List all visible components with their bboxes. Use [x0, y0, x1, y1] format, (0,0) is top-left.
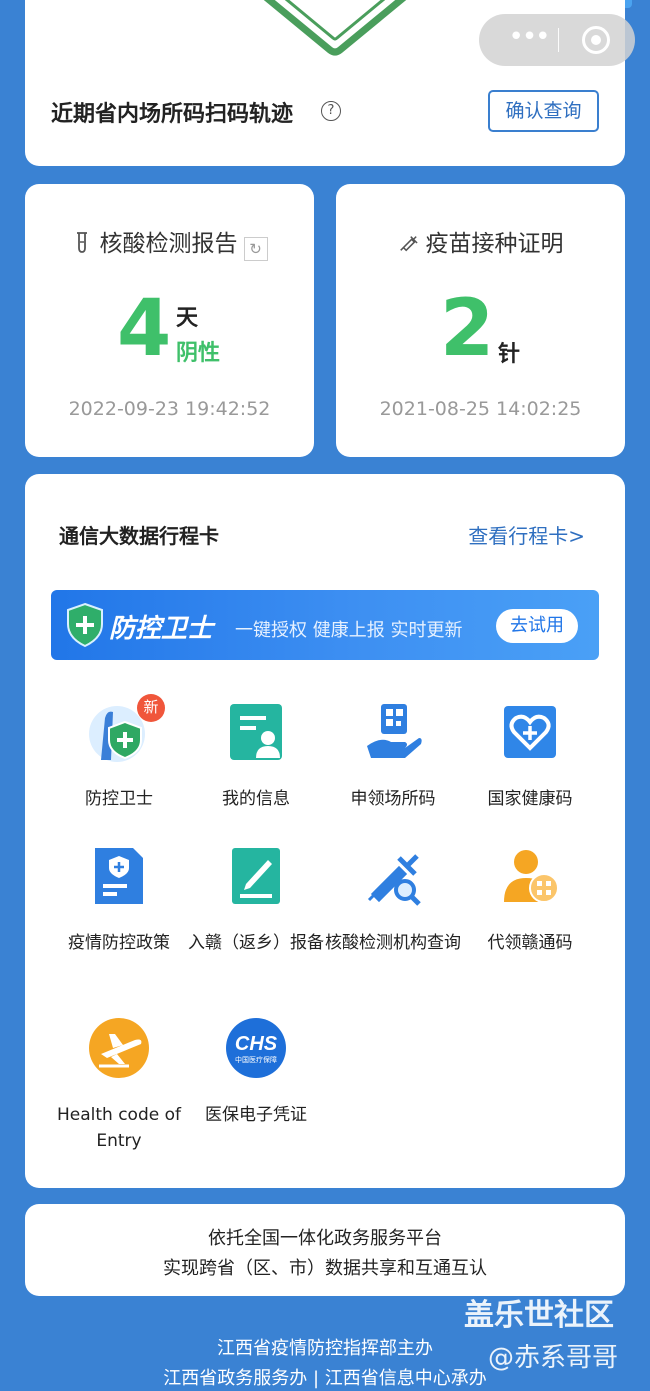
nat-report-header: 核酸检测报告 ↻ [25, 224, 314, 261]
help-icon[interactable]: ? [321, 101, 341, 121]
refresh-icon[interactable]: ↻ [243, 237, 268, 261]
vaccine-dose-value: 2 [440, 284, 495, 374]
place-code-icon [367, 704, 422, 758]
trip-card-title: 通信大数据行程卡 [59, 524, 219, 548]
vaccine-dose-unit: 针 [498, 342, 521, 367]
grid-item-label: 申领场所码 [350, 789, 436, 809]
grid-item-place-code[interactable]: 申领场所码 [324, 700, 462, 812]
my-info-icon [230, 704, 282, 760]
banner-title: 防控卫士 [109, 614, 214, 644]
chs-insurance-icon: CHS 中国医疗保障 [226, 1018, 286, 1078]
services-card: 通信大数据行程卡 查看行程卡> 防控卫士 一键授权 健康上报 实时更新 去试用 … [25, 474, 625, 1188]
test-tube-icon [76, 232, 87, 253]
banner-subtitle: 一键授权 健康上报 实时更新 [235, 620, 463, 641]
syringe-search-icon [367, 854, 421, 906]
guardian-banner[interactable]: 防控卫士 一键授权 健康上报 实时更新 去试用 [51, 590, 599, 660]
grid-item-medical-insurance[interactable]: CHS 中国医疗保障 医保电子凭证 [187, 1016, 325, 1128]
vaccine-header: 疫苗接种证明 [336, 224, 625, 258]
try-it-button[interactable]: 去试用 [496, 609, 578, 643]
capsule-divider [558, 28, 559, 52]
grid-item-label: Health code of Entry [56, 1105, 181, 1151]
miniprogram-capsule: ••• [479, 14, 635, 66]
report-edit-icon [232, 848, 280, 904]
nat-days-value: 4 [117, 284, 172, 374]
grid-item-report[interactable]: 入赣（返乡）报备 [187, 844, 325, 956]
nat-report-card[interactable]: 核酸检测报告 ↻ 4 天 阴性 2022-09-23 19:42:52 [25, 184, 314, 457]
grid-item-policy[interactable]: 疫情防控政策 [50, 844, 188, 956]
confirm-query-button[interactable]: 确认查询 [488, 90, 599, 132]
platform-info-card: 依托全国一体化政务服务平台 实现跨省（区、市）数据共享和互通互认 [25, 1204, 625, 1296]
grid-item-guardian[interactable]: 新 防控卫士 [50, 694, 188, 812]
close-target-icon[interactable] [582, 26, 610, 54]
vaccine-timestamp: 2021-08-25 14:02:25 [379, 398, 582, 420]
chs-logo-sub: 中国医疗保障 [235, 1055, 277, 1064]
grid-item-label: 医保电子凭证 [205, 1105, 307, 1125]
syringe-icon [399, 236, 418, 252]
new-badge: 新 [137, 694, 165, 722]
nat-report-title: 核酸检测报告 [99, 231, 238, 257]
platform-info-line2: 实现跨省（区、市）数据共享和互通互认 [163, 1258, 487, 1279]
grid-item-nat-lookup[interactable]: 核酸检测机构查询 [324, 844, 462, 956]
vaccine-certificate-card[interactable]: 疫苗接种证明 2 针 2021-08-25 14:02:25 [336, 184, 625, 457]
proxy-code-icon [504, 850, 559, 903]
nat-days-unit: 天 [176, 306, 199, 331]
policy-document-icon [95, 848, 143, 904]
grid-item-label: 入赣（返乡）报备 [188, 933, 324, 953]
airplane-icon [89, 1018, 149, 1078]
grid-item-national-code[interactable]: 国家健康码 [461, 700, 599, 812]
watermark-community: 盖乐世社区 [464, 1298, 614, 1333]
chs-logo-text: CHS [235, 1033, 278, 1055]
platform-info-line1: 依托全国一体化政务服务平台 [208, 1228, 442, 1249]
national-health-code-icon [504, 706, 556, 758]
grid-item-label: 国家健康码 [487, 789, 573, 809]
view-trip-card-link[interactable]: 查看行程卡> [468, 520, 585, 549]
nat-timestamp: 2022-09-23 19:42:52 [68, 398, 271, 420]
nat-result: 阴性 [176, 341, 221, 366]
grid-item-label: 代领赣通码 [487, 933, 573, 953]
banner-shield-icon [67, 602, 103, 648]
grid-item-my-info[interactable]: 我的信息 [187, 700, 325, 812]
grid-item-label: 防控卫士 [85, 789, 153, 809]
grid-item-proxy-code[interactable]: 代领赣通码 [461, 844, 599, 956]
grid-item-label: 我的信息 [222, 789, 290, 809]
watermark-author: @赤系哥哥 [488, 1343, 619, 1373]
scan-trajectory-title: 近期省内场所码扫码轨迹 [51, 102, 294, 127]
grid-item-entry-code[interactable]: Health code of Entry [50, 1016, 188, 1154]
grid-item-label: 核酸检测机构查询 [325, 933, 461, 953]
grid-item-label: 疫情防控政策 [68, 933, 170, 953]
vaccine-title: 疫苗接种证明 [425, 231, 564, 257]
more-icon[interactable]: ••• [501, 14, 556, 66]
health-shield-icon [263, 0, 407, 56]
